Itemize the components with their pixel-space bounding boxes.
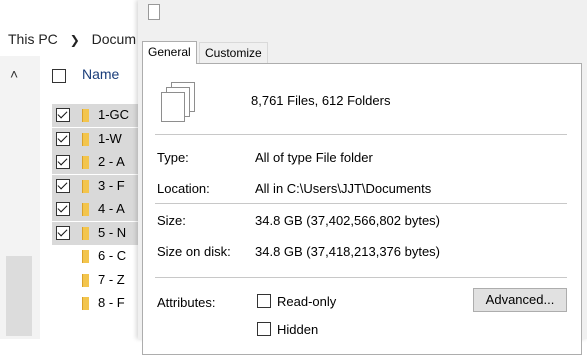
folder-icon	[82, 297, 89, 310]
select-all-checkbox[interactable]	[52, 69, 66, 83]
size-on-disk-label: Size on disk:	[157, 244, 231, 259]
location-value: All in C:\Users\JJT\Documents	[255, 181, 432, 196]
list-item[interactable]: 7 - Z	[52, 269, 148, 292]
list-item-label: 5 - N	[98, 224, 127, 240]
scrollbar-thumb[interactable]	[6, 256, 32, 336]
properties-dialog: General Customize 8,761 Files, 612 Folde…	[138, 0, 587, 355]
list-item[interactable]: 1-W	[52, 127, 148, 151]
divider	[155, 277, 567, 278]
tab-general[interactable]: General	[142, 41, 197, 64]
list-item-label: 8 - F	[98, 295, 125, 310]
breadcrumb[interactable]: This PC ❯ Docum	[0, 26, 158, 52]
chevron-right-icon: ❯	[69, 33, 80, 47]
breadcrumb-this-pc[interactable]: This PC	[8, 31, 58, 47]
chevron-up-icon[interactable]: ˄	[10, 66, 18, 82]
navigation-pane: ˄	[0, 56, 40, 339]
location-label: Location:	[157, 181, 210, 196]
folder-icon	[82, 109, 89, 122]
size-label: Size:	[157, 213, 186, 228]
type-value: All of type File folder	[255, 150, 373, 165]
list-item-label: 3 - F	[98, 177, 125, 193]
size-on-disk-value: 34.8 GB (37,418,213,376 bytes)	[255, 244, 441, 259]
size-value: 34.8 GB (37,402,566,802 bytes)	[255, 213, 441, 228]
attributes-label: Attributes:	[157, 295, 216, 310]
list-item-label: 2 - A	[98, 154, 125, 169]
read-only-checkbox[interactable]	[257, 294, 271, 308]
row-checkbox[interactable]	[56, 225, 70, 240]
folder-icon	[82, 179, 89, 193]
list-item[interactable]: 5 - N	[52, 221, 148, 245]
read-only-label[interactable]: Read-only	[277, 294, 336, 309]
row-checkbox[interactable]	[56, 155, 70, 169]
column-header-name[interactable]: Name	[82, 66, 119, 82]
folder-icon	[82, 132, 89, 146]
general-panel: 8,761 Files, 612 Folders Type: All of ty…	[142, 63, 582, 355]
row-checkbox[interactable]	[56, 202, 70, 216]
list-item[interactable]: 4 - A	[52, 198, 148, 221]
row-checkbox[interactable]	[56, 131, 70, 146]
list-item[interactable]: 6 - C	[52, 245, 148, 268]
row-checkbox[interactable]	[56, 178, 70, 193]
advanced-button[interactable]: Advanced...	[473, 288, 567, 312]
list-item[interactable]: 1-GC	[52, 104, 148, 127]
file-count-summary: 8,761 Files, 612 Folders	[251, 93, 391, 108]
list-item-label: 7 - Z	[98, 271, 125, 287]
list-item-label: 6 - C	[98, 248, 127, 263]
row-checkbox[interactable]	[56, 108, 70, 122]
tab-customize[interactable]: Customize	[199, 42, 268, 64]
file-icon	[148, 4, 160, 20]
list-item-label: 1-GC	[98, 107, 130, 122]
type-label: Type:	[157, 150, 189, 165]
multiple-files-icon	[161, 82, 195, 122]
list-item[interactable]: 2 - A	[52, 151, 148, 174]
hidden-label[interactable]: Hidden	[277, 322, 318, 337]
folder-icon	[82, 250, 89, 263]
folder-icon	[82, 273, 89, 287]
list-item-label: 1-W	[98, 130, 122, 146]
folder-icon	[82, 226, 89, 240]
hidden-checkbox[interactable]	[257, 322, 271, 336]
divider	[155, 203, 567, 204]
divider	[155, 134, 567, 135]
folder-icon	[82, 203, 89, 216]
list-item-label: 4 - A	[98, 201, 125, 216]
breadcrumb-documents[interactable]: Docum	[92, 31, 136, 47]
list-item[interactable]: 3 - F	[52, 174, 148, 198]
column-header: Name	[48, 64, 148, 90]
folder-icon	[82, 156, 89, 169]
list-item[interactable]: 8 - F	[52, 292, 148, 315]
